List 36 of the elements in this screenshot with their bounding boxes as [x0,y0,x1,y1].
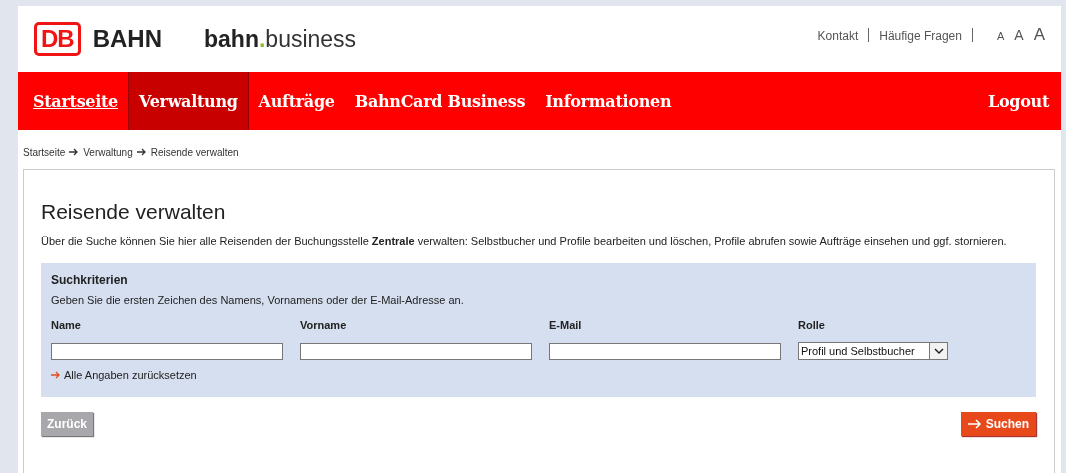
arrow-icon [136,148,147,156]
breadcrumb-link[interactable]: Reisende verwalten [150,146,239,158]
input-field[interactable] [51,343,283,360]
nav-tab[interactable]: Startseite [23,72,128,130]
arrow-icon [51,371,61,379]
product-logo: bahn.business [204,25,357,53]
reset-link[interactable]: Alle Angaben zurücksetzen [51,369,197,381]
search-button[interactable]: Suchen [960,412,1036,436]
header-link[interactable]: Häufige Fragen [879,29,962,43]
font-size-link[interactable]: A [1033,25,1045,45]
intro-text: Über die Suche können Sie hier alle Reisenden der Buchungsstelle Zentrale verwalten: Selbstbucher und Profile bearbeiten und löschen, Profile abrufen sowie Aufträge einsehen und ggf. stornieren. [41,234,1008,249]
input-field[interactable] [300,343,532,360]
db-logo[interactable]: DB [34,22,81,56]
chevron-down-icon [933,347,944,355]
header-link[interactable]: Kontakt [817,29,859,43]
nav-tab[interactable]: Aufträge [248,72,345,130]
page-title: Reisende verwalten [41,200,227,224]
arrow-icon [69,148,80,156]
search-hint: Geben Sie die ersten Zeichen des Namens, Vornamens oder der E-Mail-Adresse an. [51,294,465,306]
field-label: Vorname [300,319,348,331]
font-size-link[interactable]: A [1014,27,1024,43]
field-label: E-Mail [549,319,583,331]
field-label: Rolle [798,319,826,331]
brand-name: BAHN [92,25,162,53]
field-label: Name [51,319,82,331]
arrow-icon [967,419,982,429]
nav-tab[interactable]: Verwaltung [128,72,249,130]
font-size-link[interactable]: A [996,30,1005,42]
breadcrumb-link[interactable]: Verwaltung [83,146,133,158]
role-dropdown[interactable]: Profil und Selbstbucher [798,342,948,360]
input-field[interactable] [549,343,781,360]
nav-tab[interactable]: BahnCard Business [344,72,536,130]
panel-heading: Suchkriterien [51,273,129,287]
logout-link[interactable]: Logout [978,72,1061,130]
breadcrumb-link[interactable]: Startseite [23,146,66,158]
nav-tab[interactable]: Informationen [535,72,682,130]
